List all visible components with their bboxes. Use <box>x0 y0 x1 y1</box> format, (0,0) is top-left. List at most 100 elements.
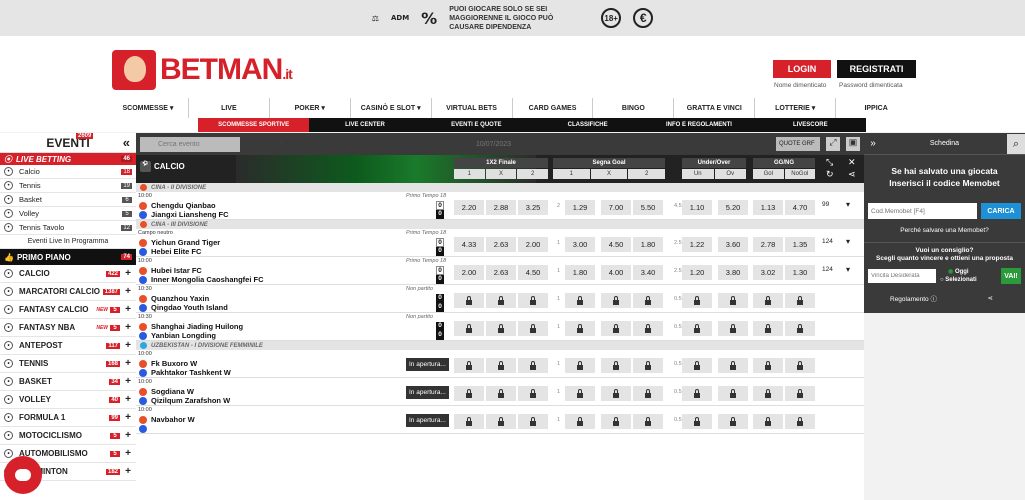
expand-plus-icon[interactable]: + <box>124 394 132 405</box>
odd-button[interactable]: 1.30 <box>785 265 815 280</box>
sport-item[interactable]: • FANTASY NBA NEW 5 + <box>0 319 136 337</box>
odd-button[interactable]: 2.00 <box>518 237 548 252</box>
odd-button[interactable]: 5.50 <box>633 200 663 215</box>
match-row[interactable]: Campo neutro Yichun Grand Tiger Hebei Elit… <box>136 229 864 257</box>
odd-button[interactable]: 4.00 <box>601 265 631 280</box>
share-icon[interactable]: ⋖ <box>988 294 993 302</box>
more-markets[interactable]: 99 <box>822 201 829 208</box>
nav-item[interactable]: CASINÒ E SLOT ▾ <box>349 98 431 118</box>
odd-button[interactable]: 1.80 <box>565 265 595 280</box>
odd-button[interactable]: 1.22 <box>682 237 712 252</box>
odd-button[interactable]: 1.29 <box>565 200 595 215</box>
odd-button[interactable]: 4.50 <box>601 237 631 252</box>
subnav-item[interactable]: INFO E REGOLAMENTI <box>643 118 754 132</box>
match-row[interactable]: 10:00 Navbahor W In apertura... 1 0.5 <box>136 406 864 434</box>
expand-plus-icon[interactable]: + <box>124 376 132 387</box>
nav-item[interactable]: SCOMMESSE ▾ <box>108 98 188 118</box>
nav-item[interactable]: LOTTERIE ▾ <box>754 98 835 118</box>
odd-button[interactable]: 1.20 <box>682 265 712 280</box>
subnav-item[interactable]: SCOMMESSE SPORTIVE <box>198 118 310 132</box>
sport-item[interactable]: • BASKET 34 + <box>0 373 136 391</box>
login-button[interactable]: LOGIN <box>773 60 831 78</box>
league-header[interactable]: CINA - III DIVISIONE <box>136 220 864 229</box>
sport-item[interactable]: • MARCATORI CALCIO 1387 + <box>0 283 136 301</box>
live-betting-header[interactable]: ⦿ LIVE BETTING 46 <box>0 153 136 165</box>
odd-button[interactable]: 3.00 <box>565 237 595 252</box>
nav-item[interactable]: GRATTA E VINCI <box>673 98 754 118</box>
memobet-why-link[interactable]: Perché salvare una Memobet? <box>864 227 1025 234</box>
subnav-item[interactable]: EVENTI E QUOTE <box>421 118 532 132</box>
odd-button[interactable]: 2.63 <box>486 237 516 252</box>
collapse-sidebar-icon[interactable]: « <box>123 135 130 150</box>
close-icon[interactable]: ✕ <box>848 157 856 168</box>
sport-item[interactable]: • ANTEPOST 117 + <box>0 337 136 355</box>
odd-button[interactable]: 3.25 <box>518 200 548 215</box>
subnav-item[interactable]: CLASSIFICHE <box>532 118 643 132</box>
odd-button[interactable]: 2.63 <box>486 265 516 280</box>
match-row[interactable]: 10:00 Fk Buxoro W Pakhtakor Tashkent W In a… <box>136 350 864 378</box>
odd-button[interactable]: 4.70 <box>785 200 815 215</box>
quote-select[interactable]: QUOTE GRF <box>776 137 820 151</box>
memobet-input[interactable] <box>868 203 977 219</box>
match-row[interactable]: 10:30 Shanghai Jiading Huilong Yanbian Lon… <box>136 313 864 341</box>
expand-plus-icon[interactable]: + <box>124 322 132 333</box>
expand-plus-icon[interactable]: + <box>124 466 132 477</box>
expand-plus-icon[interactable]: + <box>124 412 132 423</box>
chat-button[interactable] <box>4 456 42 494</box>
regolamento-link[interactable]: Regolamento ⓘ <box>890 293 937 303</box>
expand-icon[interactable]: ⤢ <box>826 137 840 151</box>
expand-plus-icon[interactable]: + <box>124 286 132 297</box>
odd-button[interactable]: 4.50 <box>518 265 548 280</box>
tv-icon[interactable]: ▣ <box>846 137 860 151</box>
odd-button[interactable]: 3.40 <box>633 265 663 280</box>
sport-item[interactable]: • CALCIO 422 + <box>0 265 136 283</box>
expand-plus-icon[interactable]: + <box>124 268 132 279</box>
chevron-down-icon[interactable]: ▾ <box>846 237 850 246</box>
register-button[interactable]: REGISTRATI <box>837 60 916 78</box>
sport-item[interactable]: • VOLLEY 40 + <box>0 391 136 409</box>
odd-button[interactable]: 2.78 <box>753 237 783 252</box>
match-row[interactable]: 10:00 Chengdu Qianbao Jiangxi Liansheng FC… <box>136 192 864 220</box>
expand-plus-icon[interactable]: + <box>124 358 132 369</box>
share-icon[interactable]: ⋖ <box>848 169 856 180</box>
search-icon[interactable]: ⌕ <box>1007 133 1025 154</box>
live-sport-item[interactable]: • Calcio 18 <box>0 165 136 179</box>
betman-logo[interactable]: BETMAN.it <box>112 50 293 90</box>
nav-item[interactable]: CARD GAMES <box>511 98 593 118</box>
odd-button[interactable]: 7.00 <box>601 200 631 215</box>
subnav-item[interactable]: LIVESCORE <box>755 118 866 132</box>
odd-button[interactable]: 1.35 <box>785 237 815 252</box>
live-programmed-link[interactable]: Eventi Live In Programma <box>0 235 136 249</box>
odd-button[interactable]: 5.20 <box>718 200 748 215</box>
expand-plus-icon[interactable]: + <box>124 304 132 315</box>
expand-plus-icon[interactable]: + <box>124 448 132 459</box>
forgot-password-link[interactable]: Password dimenticata <box>839 82 903 89</box>
sport-item[interactable]: • FORMULA 1 99 + <box>0 409 136 427</box>
live-sport-item[interactable]: • Tennis 19 <box>0 179 136 193</box>
live-sport-item[interactable]: • Basket 6 <box>0 193 136 207</box>
expand-plus-icon[interactable]: + <box>124 340 132 351</box>
match-row[interactable]: 10:00 Hubei Istar FC Inner Mongolia Caosha… <box>136 257 864 285</box>
vai-button[interactable]: VAI! <box>1001 268 1021 284</box>
refresh-icon[interactable]: ↻ <box>826 169 834 180</box>
odd-button[interactable]: 3.80 <box>718 265 748 280</box>
search-input[interactable] <box>140 136 240 152</box>
radio-oggi[interactable]: ◉ Oggi <box>940 268 977 276</box>
odd-button[interactable]: 1.13 <box>753 200 783 215</box>
more-markets[interactable]: 124 <box>822 266 833 273</box>
desired-win-input[interactable] <box>868 269 936 283</box>
nav-item[interactable]: LIVE <box>187 98 269 118</box>
odd-button[interactable]: 3.02 <box>753 265 783 280</box>
chevron-down-icon[interactable]: ▾ <box>846 200 850 209</box>
match-row[interactable]: 10:00 Sogdiana W Qizilqum Zarafshon W In ap… <box>136 378 864 406</box>
live-sport-item[interactable]: • Volley 5 <box>0 207 136 221</box>
nav-item[interactable]: IPPICA <box>835 98 916 118</box>
odd-button[interactable]: 2.00 <box>454 265 484 280</box>
compress-icon[interactable]: ⤡ <box>826 157 833 168</box>
odd-button[interactable]: 4.33 <box>454 237 484 252</box>
expand-plus-icon[interactable]: + <box>124 430 132 441</box>
odd-button[interactable]: 2.88 <box>486 200 516 215</box>
odd-button[interactable]: 3.60 <box>718 237 748 252</box>
league-header[interactable]: CINA - II DIVISIONE <box>136 183 864 192</box>
radio-selezionati[interactable]: ○ Selezionati <box>940 276 977 284</box>
